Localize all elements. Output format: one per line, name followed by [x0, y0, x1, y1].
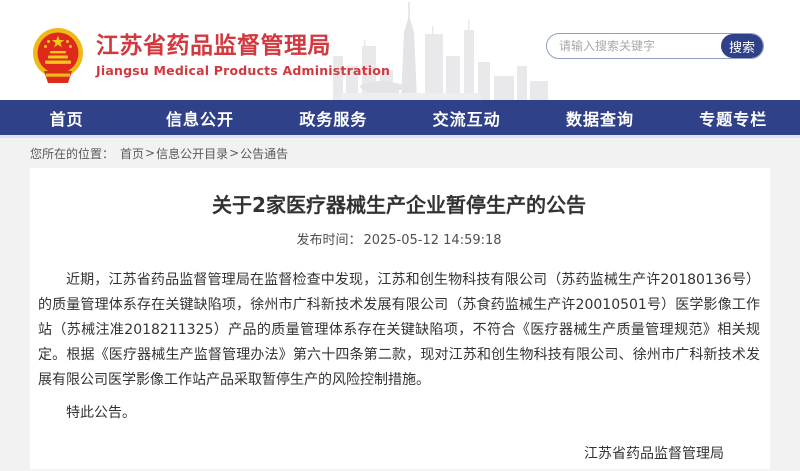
- breadcrumb-separator: >: [145, 146, 155, 160]
- article-card: 关于2家医疗器械生产企业暂停生产的公告 发布时间：2025-05-12 14:5…: [30, 168, 770, 469]
- nav-item-services[interactable]: 政务服务: [267, 100, 400, 135]
- breadcrumb-separator: >: [229, 146, 239, 160]
- search-button[interactable]: 搜索: [721, 34, 763, 58]
- signature-org: 江苏省药品监督管理局: [38, 442, 724, 467]
- site-logo[interactable]: 江苏省药品监督管理局 Jiangsu Medical Products Admi…: [32, 27, 390, 83]
- breadcrumb: 您所在的位置： 首页 > 信息公开目录 > 公告通告: [0, 138, 800, 168]
- publish-time: 发布时间：2025-05-12 14:59:18: [38, 229, 760, 248]
- signature-block: 江苏省药品监督管理局 2025年5月12日: [38, 442, 760, 471]
- article-body: 近期，江苏省药品监督管理局在监督检查中发现，江苏和创生物科技有限公司（苏药监械生…: [38, 268, 760, 426]
- search-input[interactable]: [547, 34, 721, 58]
- publish-time-value: 2025-05-12 14:59:18: [363, 233, 501, 248]
- breadcrumb-prefix: 您所在的位置：: [30, 145, 114, 162]
- nav-item-data-query[interactable]: 数据查询: [533, 100, 666, 135]
- nav-item-info[interactable]: 信息公开: [133, 100, 266, 135]
- breadcrumb-home[interactable]: 首页: [120, 145, 144, 162]
- breadcrumb-info-index[interactable]: 信息公开目录: [156, 145, 228, 162]
- breadcrumb-notices[interactable]: 公告通告: [240, 145, 288, 162]
- search-box: 搜索: [546, 33, 764, 59]
- article-title: 关于2家医疗器械生产企业暂停生产的公告: [38, 192, 760, 218]
- nav-item-interaction[interactable]: 交流互动: [400, 100, 533, 135]
- site-header: 江苏省药品监督管理局 Jiangsu Medical Products Admi…: [0, 0, 800, 100]
- nav-item-topics[interactable]: 专题专栏: [667, 100, 800, 135]
- article-paragraph: 近期，江苏省药品监督管理局在监督检查中发现，江苏和创生物科技有限公司（苏药监械生…: [38, 268, 760, 393]
- publish-time-label: 发布时间：: [296, 233, 361, 248]
- main-nav: 首页 信息公开 政务服务 交流互动 数据查询 专题专栏: [0, 100, 800, 138]
- article-paragraph: 特此公告。: [38, 401, 760, 426]
- nav-item-home[interactable]: 首页: [0, 100, 133, 135]
- site-title: 江苏省药品监督管理局: [96, 32, 390, 60]
- national-emblem-icon: [32, 27, 84, 83]
- site-subtitle: Jiangsu Medical Products Administration: [96, 63, 390, 78]
